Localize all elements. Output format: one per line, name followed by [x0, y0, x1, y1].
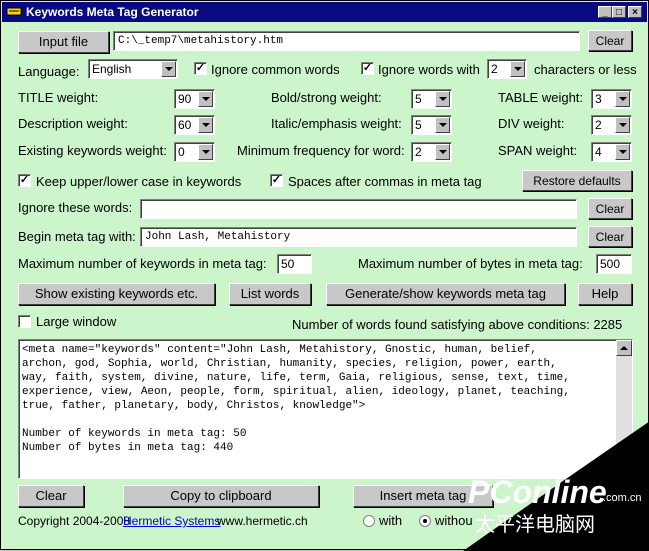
large-window-label: Large window	[36, 314, 117, 329]
italic-weight-select[interactable]: 5	[411, 115, 452, 135]
min-frequency-select[interactable]: 2	[411, 142, 452, 162]
app-window: Keywords Meta Tag Generator _ □ × Input …	[0, 0, 649, 551]
clear-begin-tag-button[interactable]: Clear	[588, 226, 632, 247]
close-icon[interactable]: ×	[628, 6, 642, 18]
chevron-down-icon	[161, 61, 176, 77]
title-weight-select[interactable]: 90	[174, 89, 215, 109]
ignore-common-checkbox[interactable]: ✓	[194, 62, 207, 75]
input-file-button[interactable]: Input file	[18, 31, 109, 53]
begin-tag-input[interactable]: John Lash, Metahistory	[140, 227, 577, 247]
chevron-down-icon	[198, 144, 213, 160]
language-select[interactable]: English	[88, 59, 178, 79]
begin-tag-label: Begin meta tag with:	[18, 229, 136, 244]
watermark-domain: .com.cn	[603, 492, 642, 504]
keep-case-checkbox[interactable]: ✓	[18, 174, 31, 187]
generate-button[interactable]: Generate/show keywords meta tag	[326, 283, 565, 305]
watermark-brand: PConline	[468, 474, 607, 510]
copyright-text: Copyright 2004-2008	[18, 514, 131, 528]
chevron-down-icon	[615, 91, 630, 107]
large-window-checkbox[interactable]	[18, 315, 31, 328]
company-link[interactable]: Hermetic Systems	[123, 514, 220, 528]
restore-defaults-button[interactable]: Restore defaults	[522, 170, 632, 191]
with-radio[interactable]	[363, 515, 375, 527]
chevron-down-icon	[615, 117, 630, 133]
chevron-down-icon	[615, 144, 630, 160]
without-radio[interactable]	[419, 515, 431, 527]
chevron-down-icon	[435, 117, 450, 133]
website-text: www.hermetic.ch	[217, 514, 308, 528]
keep-case-label: Keep upper/lower case in keywords	[36, 174, 242, 189]
existing-weight-select[interactable]: 0	[174, 142, 215, 162]
ignore-with-checkbox[interactable]: ✓	[361, 62, 374, 75]
max-keywords-input[interactable]: 50	[277, 254, 312, 274]
div-weight-label: DIV weight:	[498, 116, 565, 131]
chevron-down-icon	[510, 61, 525, 77]
min-frequency-label: Minimum frequency for word:	[237, 143, 405, 158]
words-found-text: Number of words found satisfying above c…	[292, 317, 623, 332]
description-weight-select[interactable]: 60	[174, 115, 215, 135]
spaces-after-label: Spaces after commas in meta tag	[288, 174, 482, 189]
bold-weight-select[interactable]: 5	[411, 89, 452, 109]
spaces-after-checkbox[interactable]: ✓	[270, 174, 283, 187]
show-existing-button[interactable]: Show existing keywords etc.	[18, 283, 215, 305]
ignore-words-input[interactable]	[140, 199, 577, 219]
clear-ignore-words-button[interactable]: Clear	[588, 198, 632, 219]
clear-output-button[interactable]: Clear	[18, 485, 84, 507]
chevron-down-icon	[435, 144, 450, 160]
italic-weight-label: Italic/emphasis weight:	[271, 116, 402, 131]
max-bytes-label: Maximum number of bytes in meta tag:	[358, 256, 583, 271]
window-title: Keywords Meta Tag Generator	[26, 5, 199, 19]
max-keywords-label: Maximum number of keywords in meta tag:	[18, 256, 267, 271]
table-weight-label: TABLE weight:	[498, 90, 584, 105]
chevron-down-icon	[435, 91, 450, 107]
copy-clipboard-button[interactable]: Copy to clipboard	[123, 485, 319, 507]
ignore-with-label: Ignore words with	[378, 62, 480, 77]
title-weight-label: TITLE weight:	[18, 90, 99, 105]
ignore-with-suffix: characters or less	[534, 62, 637, 77]
minimize-icon[interactable]: _	[598, 6, 612, 18]
maximize-icon[interactable]: □	[612, 6, 626, 18]
with-label: with	[379, 513, 403, 528]
div-weight-select[interactable]: 2	[591, 115, 632, 135]
watermark-chinese: 太平洋电脑网	[475, 513, 595, 536]
pconline-watermark: PConline .com.cn 太平洋电脑网	[463, 421, 649, 551]
app-icon	[6, 7, 22, 16]
span-weight-select[interactable]: 4	[591, 142, 632, 162]
help-button[interactable]: Help	[578, 283, 632, 305]
span-weight-label: SPAN weight:	[498, 143, 578, 158]
table-weight-select[interactable]: 3	[591, 89, 632, 109]
input-file-path[interactable]: C:\_temp7\metahistory.htm	[113, 31, 580, 51]
ignore-words-label: Ignore these words:	[18, 200, 133, 215]
title-bar[interactable]: Keywords Meta Tag Generator _ □ ×	[2, 2, 647, 22]
scroll-up-icon[interactable]	[616, 340, 632, 356]
max-bytes-input[interactable]: 500	[596, 254, 632, 274]
list-words-button[interactable]: List words	[229, 283, 311, 305]
language-label: Language:	[18, 64, 80, 79]
clear-path-button[interactable]: Clear	[588, 30, 632, 51]
bold-weight-label: Bold/strong weight:	[271, 90, 382, 105]
chevron-down-icon	[198, 91, 213, 107]
chevron-down-icon	[198, 117, 213, 133]
ignore-length-select[interactable]: 2	[487, 59, 527, 79]
description-weight-label: Description weight:	[18, 116, 128, 131]
ignore-common-label: Ignore common words	[211, 62, 340, 77]
existing-weight-label: Existing keywords weight:	[18, 143, 167, 158]
